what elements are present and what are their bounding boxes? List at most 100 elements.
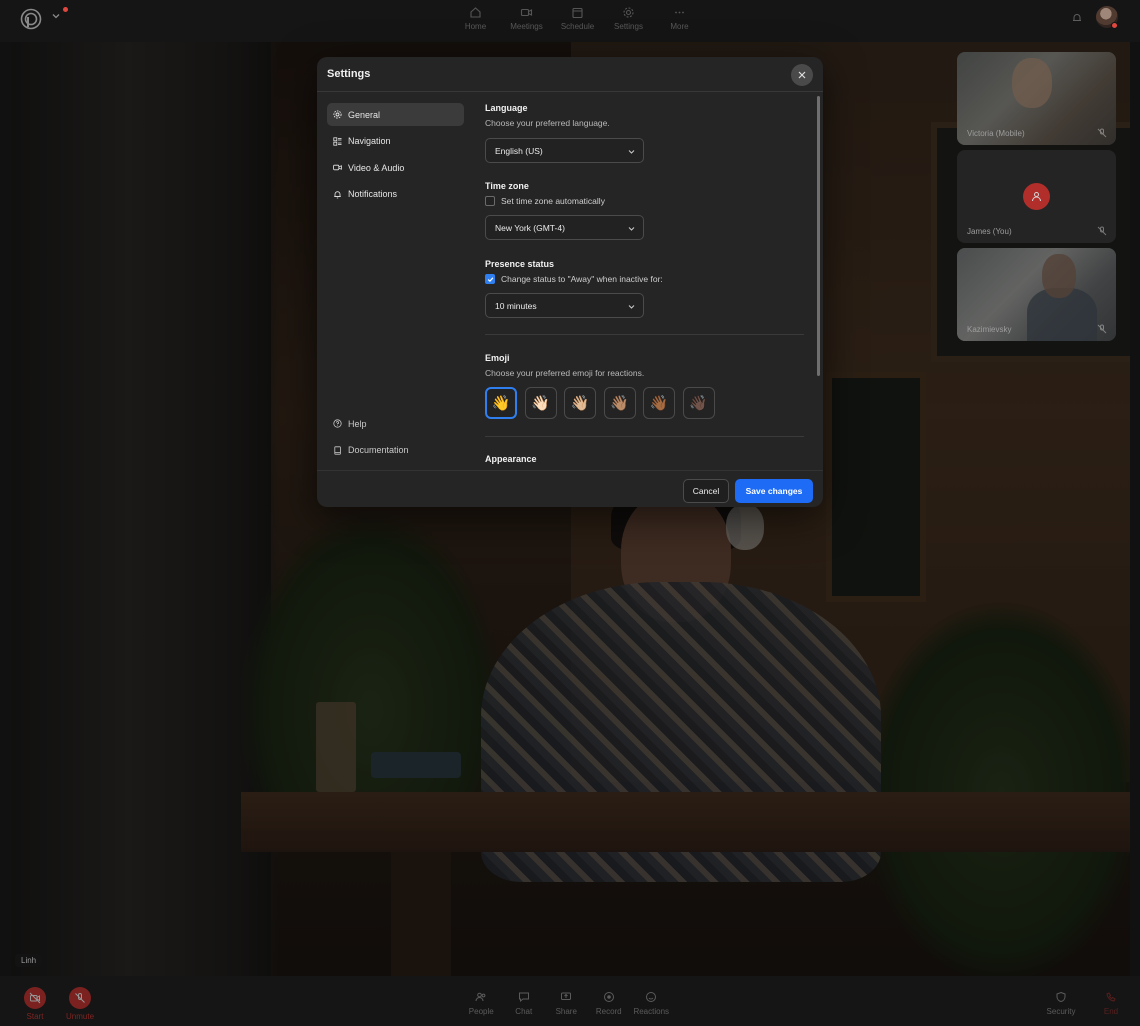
- chat-label: Chat: [515, 1007, 533, 1016]
- timezone-section: Time zone Set time zone automatically Ne…: [485, 181, 644, 240]
- reactions-button[interactable]: Reactions: [630, 991, 673, 1016]
- book-icon: [334, 445, 341, 455]
- nav-settings-label: Settings: [614, 22, 643, 31]
- bottom-left-controls: Start Unmute: [24, 987, 94, 1021]
- app-logo-icon[interactable]: [20, 8, 42, 30]
- sidebar-item-general[interactable]: General: [327, 103, 464, 126]
- nav-settings[interactable]: Settings: [603, 6, 654, 31]
- share-button[interactable]: Share: [545, 991, 588, 1016]
- chat-button[interactable]: Chat: [503, 991, 546, 1016]
- nav-schedule[interactable]: Schedule: [552, 6, 603, 31]
- end-button[interactable]: End: [1092, 991, 1130, 1016]
- mic-off-icon: [1097, 324, 1107, 334]
- bottom-toolbar: Start Unmute People Chat Share Record Re…: [0, 976, 1140, 1026]
- calendar-icon: [572, 7, 583, 19]
- emoji-option[interactable]: 👋🏿: [682, 387, 715, 419]
- sidebar-item-label: General: [348, 109, 381, 120]
- people-button[interactable]: People: [460, 991, 503, 1016]
- away-status-checkbox[interactable]: [485, 274, 495, 284]
- language-section: Language Choose your preferred language.…: [485, 103, 644, 163]
- emoji-option[interactable]: 👋🏻: [524, 387, 557, 419]
- divider: [485, 334, 804, 335]
- cancel-button[interactable]: Cancel: [683, 479, 729, 503]
- participant-tile[interactable]: Kazimievsky: [957, 248, 1116, 341]
- wave-emoji: 👋🏽: [610, 395, 629, 412]
- scrollbar[interactable]: [817, 96, 820, 376]
- auto-timezone-checkbox[interactable]: [485, 196, 495, 206]
- language-select[interactable]: English (US): [485, 138, 644, 163]
- modal-header: Settings: [317, 57, 823, 92]
- settings-content: Language Choose your preferred language.…: [485, 92, 805, 470]
- chevron-down-icon: [628, 227, 635, 231]
- bell-icon[interactable]: [1071, 12, 1083, 24]
- nav-meetings[interactable]: Meetings: [501, 6, 552, 31]
- emoji-option[interactable]: 👋🏾: [643, 387, 675, 419]
- unmute-circle: [69, 987, 91, 1009]
- timezone-select[interactable]: New York (GMT-4): [485, 215, 644, 240]
- close-button[interactable]: [791, 64, 813, 86]
- participant-name: Victoria (Mobile): [967, 129, 1025, 138]
- modal-title: Settings: [327, 68, 371, 80]
- nav-meetings-label: Meetings: [510, 22, 543, 31]
- close-icon: [798, 71, 806, 79]
- sidebar-item-label: Video & Audio: [348, 162, 405, 173]
- reactions-label: Reactions: [633, 1007, 670, 1016]
- save-button[interactable]: Save changes: [735, 479, 813, 503]
- share-label: Share: [555, 1007, 577, 1016]
- bottom-right-controls: Security End: [1042, 991, 1130, 1016]
- auto-timezone-row: Set time zone automatically: [485, 196, 644, 206]
- speaker-name-tag: Linh: [15, 954, 43, 967]
- help-circle-icon: [333, 419, 342, 428]
- start-video-circle: [24, 987, 46, 1009]
- record-icon: [603, 992, 614, 1002]
- participant-name: Kazimievsky: [967, 325, 1012, 334]
- wave-emoji: 👋🏼: [570, 395, 590, 412]
- gear-icon: [623, 7, 634, 18]
- chevron-down-icon[interactable]: [51, 11, 61, 21]
- status-dot: [1111, 22, 1118, 29]
- appearance-section: Appearance: [485, 454, 537, 464]
- record-button[interactable]: Record: [588, 991, 631, 1016]
- help-link[interactable]: Help: [327, 412, 464, 435]
- chevron-down-icon: [628, 150, 635, 154]
- emoji-option[interactable]: 👋🏽: [603, 387, 636, 419]
- nav-more[interactable]: More: [654, 6, 705, 31]
- record-label: Record: [595, 1007, 622, 1016]
- people-label: People: [468, 1007, 494, 1016]
- bell-icon: [334, 190, 341, 198]
- sidebar-item-video-audio[interactable]: Video & Audio: [327, 156, 464, 179]
- video-off-icon: [29, 992, 41, 1004]
- sidebar-item-notifications[interactable]: Notifications: [327, 183, 464, 206]
- sidebar-footer: Help Documentation: [327, 412, 464, 465]
- mic-off-icon: [75, 993, 85, 1003]
- participant-name: James (You): [967, 227, 1012, 236]
- shield-icon: [1056, 991, 1066, 1003]
- participant-tile[interactable]: James (You): [957, 150, 1116, 243]
- unmute-button[interactable]: Unmute: [66, 987, 94, 1021]
- timezone-title: Time zone: [485, 181, 529, 191]
- smile-icon: [646, 992, 657, 1002]
- top-nav: Home Meetings Schedule Settings More: [450, 6, 705, 31]
- documentation-link[interactable]: Documentation: [327, 439, 464, 462]
- inactive-duration-select[interactable]: 10 minutes: [485, 293, 644, 318]
- person-icon: [1032, 192, 1041, 202]
- away-status-label: Change status to "Away" when inactive fo…: [501, 274, 663, 284]
- inactive-duration-value: 10 minutes: [495, 300, 537, 311]
- security-button[interactable]: Security: [1042, 991, 1080, 1016]
- participant-tile[interactable]: Victoria (Mobile): [957, 52, 1116, 145]
- sidebar-item-navigation[interactable]: Navigation: [327, 130, 464, 153]
- wave-emoji: 👋: [491, 395, 511, 412]
- top-bar: Home Meetings Schedule Settings More: [0, 0, 1140, 42]
- chevron-down-icon: [628, 305, 635, 309]
- documentation-label: Documentation: [348, 445, 409, 455]
- share-screen-icon: [561, 992, 572, 1000]
- start-video-button[interactable]: Start: [24, 987, 46, 1021]
- nav-home[interactable]: Home: [450, 6, 501, 31]
- home-icon: [470, 7, 481, 18]
- language-title: Language: [485, 103, 528, 113]
- emoji-option[interactable]: 👋🏼: [564, 387, 596, 419]
- camera-icon: [333, 164, 342, 171]
- emoji-option[interactable]: 👋: [485, 387, 517, 419]
- sidebar-item-label: Notifications: [348, 189, 398, 199]
- start-label: Start: [26, 1012, 44, 1021]
